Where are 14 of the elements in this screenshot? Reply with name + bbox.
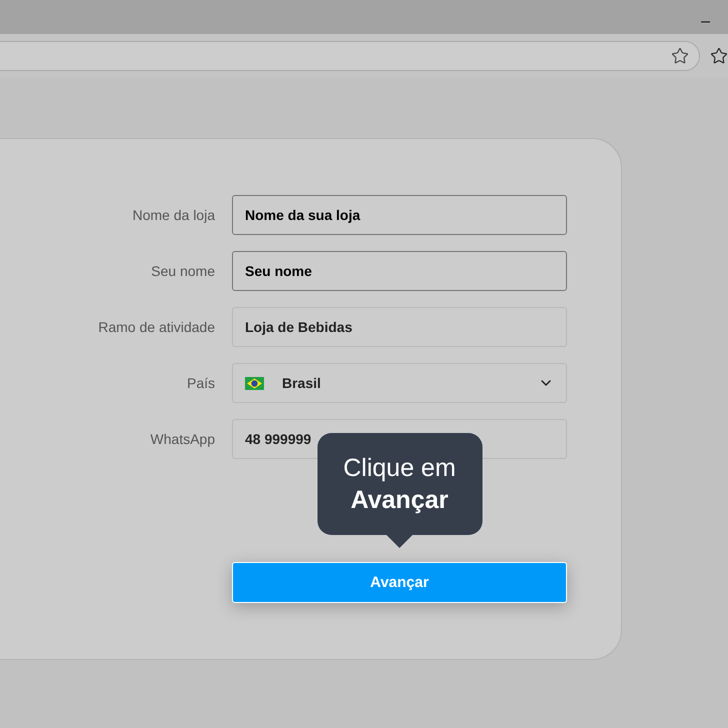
country-select[interactable]: Brasil	[232, 363, 567, 403]
input-field[interactable]: Seu nome	[232, 251, 567, 291]
field-label: WhatsApp	[150, 431, 215, 447]
field-label: Nome da loja	[132, 207, 215, 223]
bookmark-star-icon[interactable]	[671, 47, 690, 65]
bookmarks-star-icon[interactable]	[710, 47, 728, 65]
input-field[interactable]: Loja de Bebidas	[232, 307, 567, 347]
field-label: País	[186, 375, 215, 391]
tooltip: Clique em Avançar	[317, 433, 482, 548]
field-label: Ramo de atividade	[98, 319, 215, 335]
minimize-button[interactable]: –	[701, 12, 710, 32]
input-field[interactable]: Nome da sua loja	[232, 195, 567, 235]
field-label: Seu nome	[151, 263, 215, 279]
flag-icon	[245, 376, 264, 390]
